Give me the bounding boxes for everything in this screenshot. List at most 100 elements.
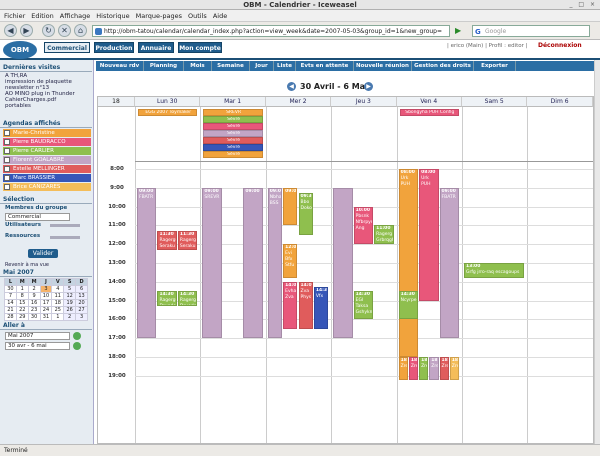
calendar-event[interactable]: 09:00 — [243, 187, 263, 339]
calendar-event[interactable] — [333, 187, 353, 339]
calendar-event[interactable]: 11:30 Ragergu Seraku — [157, 231, 177, 250]
day-header[interactable]: Dim 6 — [527, 97, 593, 107]
calendar-event[interactable]: 09:00 SREVR — [202, 187, 222, 339]
agenda-item[interactable]: Marie-Christine — [3, 129, 91, 137]
calendar-event[interactable]: 08:00 Urk PUH — [398, 169, 419, 357]
day-header[interactable]: Ven 4 — [396, 97, 462, 107]
tab-commercial[interactable]: Commercial — [44, 42, 90, 53]
calendar-event[interactable]: 09:30Bbo Doko — [298, 193, 313, 235]
calendar-event[interactable]: 10:00 Pbsnk Nfbrpyr Ang — [353, 206, 374, 245]
mini-calendar-day[interactable]: 25 — [51, 306, 65, 314]
vertical-scrollbar[interactable] — [594, 60, 600, 444]
tab-annuaire[interactable]: Annuaire — [138, 42, 174, 53]
toolbar-gestion-des-droits[interactable]: Gestion des droits — [412, 61, 474, 71]
calendar-event[interactable]: 18:00Zred — [449, 357, 459, 380]
tab-production[interactable]: Production — [94, 42, 134, 53]
calendar-event[interactable]: 13:00 Grfg jrro-raq escagoups — [464, 263, 525, 279]
mini-calendar-day[interactable]: 21 — [4, 306, 17, 314]
calendar-event[interactable]: 08:00 Urk PUH — [419, 169, 439, 301]
allday-event[interactable]: Sèvré — [203, 151, 263, 158]
menu-outils[interactable]: Outils — [188, 12, 207, 20]
calendar-event[interactable]: 14:30Vfx — [313, 287, 329, 329]
validate-button[interactable]: Valider — [28, 249, 58, 258]
agenda-checkbox[interactable] — [4, 139, 10, 145]
day-header[interactable]: Mar 1 — [200, 97, 266, 107]
mini-calendar-day[interactable]: 26 — [63, 306, 77, 314]
mini-calendar-day[interactable]: 5 — [63, 285, 77, 293]
calendar-event[interactable]: 12:00Evi Bfx Stfu — [283, 244, 298, 279]
calendar-event[interactable]: 18:00Zred — [398, 357, 408, 380]
mini-calendar-day[interactable]: 3 — [75, 313, 88, 321]
mini-calendar-day[interactable]: 20 — [75, 299, 88, 307]
mini-calendar-day[interactable]: 15 — [15, 299, 29, 307]
toolbar-liste[interactable]: Liste — [274, 61, 296, 71]
mini-calendar-day[interactable]: 1 — [15, 285, 29, 293]
calendar-event[interactable]: 14:30 EGI Taksa Gshykm — [353, 291, 374, 320]
toolbar-jour[interactable]: Jour — [250, 61, 274, 71]
resources-slider[interactable] — [50, 236, 80, 239]
window-controls[interactable]: _ □ × — [569, 1, 597, 8]
mini-calendar-day[interactable]: 22 — [15, 306, 29, 314]
mini-calendar-day[interactable]: 2 — [27, 285, 41, 293]
recent-item[interactable]: portables — [0, 103, 90, 109]
agenda-item[interactable]: Pierre BAUDRACCO — [3, 138, 91, 146]
mini-calendar-day[interactable]: 6 — [75, 285, 88, 293]
agenda-checkbox[interactable] — [4, 166, 10, 172]
allday-event[interactable]: EGG 2007 Toymaker Privé — [138, 109, 198, 116]
menu-aide[interactable]: Aide — [213, 12, 227, 20]
back-to-my-view-link[interactable]: Revenir à ma vue — [5, 262, 49, 268]
mini-calendar-day[interactable]: 12 — [63, 292, 77, 300]
agenda-checkbox[interactable] — [4, 184, 10, 190]
reload-icon[interactable]: ↻ — [42, 24, 55, 37]
calendar-event[interactable]: 18:00Zred — [429, 357, 439, 380]
menu-edition[interactable]: Edition — [31, 12, 54, 20]
allday-event[interactable]: Sbongyha PUH Config — [399, 109, 459, 116]
goto-week-select[interactable]: 30 avr - 6 mai — [5, 342, 70, 350]
menu-historique[interactable]: Historique — [96, 12, 129, 20]
back-icon[interactable]: ◀ — [4, 24, 17, 37]
mini-calendar-day[interactable]: 7 — [4, 292, 17, 300]
allday-event[interactable]: Sèvré — [203, 116, 263, 123]
toolbar-nouvelle-r-union[interactable]: Nouvelle réunion — [354, 61, 412, 71]
calendar-event[interactable]: 11:30 Ragergu Seraku — [177, 231, 198, 250]
allday-event[interactable]: Sèvré — [203, 137, 263, 144]
calendar-event[interactable]: 14:30Ragergu Druedon — [157, 291, 177, 307]
calendar-event[interactable]: 14:00Zva Phys — [298, 281, 313, 329]
day-header[interactable]: Sam 5 — [462, 97, 528, 107]
mini-calendar-day[interactable]: 24 — [39, 306, 53, 314]
go-icon[interactable]: ▶ — [455, 26, 465, 36]
calendar-event[interactable]: 18:00Zred — [408, 357, 419, 380]
calendar-event[interactable]: 14:30Ragergu Druedon — [177, 291, 198, 307]
previous-week-icon[interactable]: ◀ — [287, 82, 296, 91]
menu-affichage[interactable]: Affichage — [60, 12, 91, 20]
mini-calendar-day[interactable]: 9 — [27, 292, 41, 300]
agenda-checkbox[interactable] — [4, 157, 10, 163]
agenda-checkbox[interactable] — [4, 130, 10, 136]
menu-marque-pages[interactable]: Marque-pages — [136, 12, 182, 20]
mini-calendar-day[interactable]: 8 — [15, 292, 29, 300]
goto-week-ok-icon[interactable] — [73, 342, 81, 350]
group-select[interactable]: Commercial — [5, 213, 70, 221]
agenda-item[interactable]: Marc BRASSIER — [3, 174, 91, 182]
day-header[interactable]: Lun 30 — [135, 97, 201, 107]
logout-link[interactable]: Déconnexion — [538, 42, 582, 49]
calendar-event[interactable]: 11:00 Ragerg Grbrqgh — [374, 225, 394, 245]
mini-calendar-day[interactable]: 14 — [4, 299, 17, 307]
forward-icon[interactable]: ▶ — [20, 24, 33, 37]
goto-month-select[interactable]: Mai 2007 — [5, 332, 70, 340]
mini-calendar-day[interactable]: 1 — [51, 313, 65, 321]
toolbar-semaine[interactable]: Semaine — [212, 61, 250, 71]
toolbar-planning[interactable]: Planning — [144, 61, 184, 71]
mini-calendar-day[interactable]: 28 — [4, 313, 17, 321]
calendar-event[interactable]: 09:00 FBATR — [137, 187, 157, 339]
search-input[interactable]: G Google — [472, 25, 590, 37]
allday-event[interactable]: Sèvré — [203, 123, 263, 130]
toolbar-mois[interactable]: Mois — [184, 61, 212, 71]
agenda-checkbox[interactable] — [4, 175, 10, 181]
allday-event[interactable]: SREVR — [203, 109, 263, 116]
calendar-event[interactable]: 14:30 Ncyrpe — [398, 291, 419, 320]
obm-logo[interactable]: OBM — [3, 41, 37, 59]
mini-calendar-day[interactable]: 29 — [15, 313, 29, 321]
mini-calendar-day[interactable]: 4 — [51, 285, 65, 293]
toolbar-nouveau-rdv[interactable]: Nouveau rdv — [96, 61, 144, 71]
